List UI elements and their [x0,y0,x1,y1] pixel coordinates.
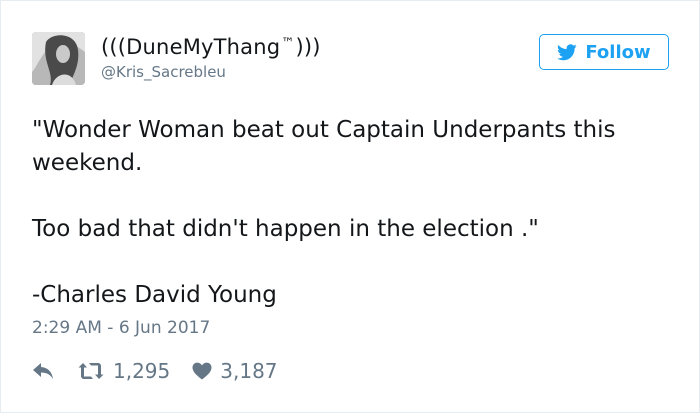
avatar[interactable] [32,32,85,85]
retweet-count: 1,295 [113,359,171,383]
retweet-button[interactable]: 1,295 [78,359,170,383]
heart-icon [192,362,212,380]
tweet-line-1: "Wonder Woman beat out Captain Underpant… [32,117,616,176]
tweet-text: "Wonder Woman beat out Captain Underpant… [32,114,672,312]
display-name-suffix: ))) [295,35,321,59]
follow-button[interactable]: Follow [539,34,669,70]
twitter-bird-icon [557,43,578,60]
tweet-timestamp[interactable]: 2:29 AM - 6 Jun 2017 [32,318,210,338]
user-handle[interactable]: @Kris_Sacrebleu [101,63,226,81]
reply-icon [33,363,53,379]
display-name[interactable]: (((DuneMyThang™))) [101,35,321,59]
retweet-icon [78,363,104,379]
follow-label: Follow [585,41,651,63]
like-count: 3,187 [220,359,278,383]
trademark-symbol: ™ [281,36,295,51]
tweet-card: (((DuneMyThang™))) @Kris_Sacrebleu Follo… [0,0,700,413]
tweet-line-3: -Charles David Young [32,282,277,308]
reply-button[interactable] [32,362,54,380]
tweet-line-2: Too bad that didn't happen in the electi… [32,216,539,242]
tweet-header: (((DuneMyThang™))) @Kris_Sacrebleu Follo… [32,32,672,92]
display-name-text: (((DuneMyThang [101,35,281,59]
tweet-actions: 1,295 3,187 [32,356,278,386]
like-button[interactable]: 3,187 [192,359,278,383]
